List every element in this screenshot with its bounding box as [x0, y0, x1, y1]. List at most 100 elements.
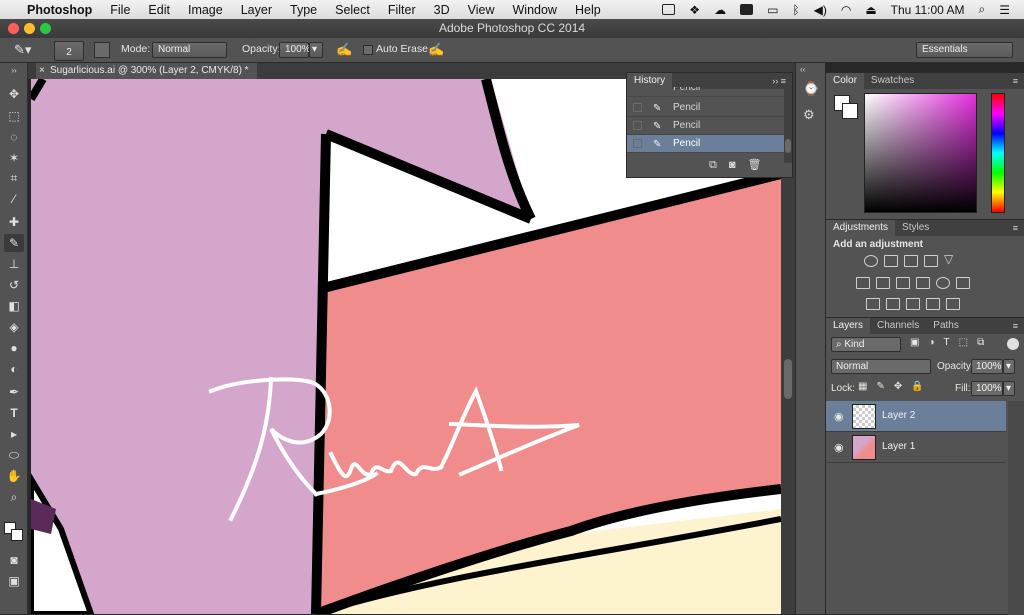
layer-name[interactable]: Layer 1 [882, 441, 915, 452]
properties-panel-icon[interactable]: ⚙ [803, 107, 815, 123]
invert-icon[interactable] [866, 298, 880, 310]
zoom-window-button[interactable] [40, 23, 51, 34]
menu-type[interactable]: Type [290, 3, 317, 17]
type-filter-icon[interactable]: T [944, 337, 959, 348]
menu-3d[interactable]: 3D [434, 3, 450, 17]
menu-image[interactable]: Image [188, 3, 223, 17]
tab-layers[interactable]: Layers [826, 318, 871, 334]
lock-pixels-icon[interactable]: ✎ [876, 381, 893, 392]
history-item[interactable]: ✎ Pencil [627, 99, 784, 117]
snapshot-checkbox[interactable] [633, 139, 642, 148]
menu-layer[interactable]: Layer [241, 3, 272, 17]
eyedropper-tool-icon[interactable]: ⁄ [4, 190, 24, 208]
shape-filter-icon[interactable]: ⬚ [959, 337, 977, 348]
wifi-icon[interactable]: ◠ [841, 3, 851, 17]
tools-collapse-icon[interactable]: ›› [4, 67, 24, 75]
pressure-opacity-icon[interactable]: ✍ [336, 42, 352, 58]
snapshot-checkbox[interactable] [633, 121, 642, 130]
pencil-tool-preset-icon[interactable]: ✎▾ [14, 42, 31, 58]
opacity-dropdown-button[interactable]: ▾ [309, 42, 323, 58]
history-scrollbar[interactable] [784, 89, 792, 163]
lock-position-icon[interactable]: ✥ [894, 381, 911, 392]
layer-row-layer-1[interactable]: ◉ Layer 1 [826, 432, 1006, 463]
brightness-contrast-icon[interactable] [864, 255, 878, 267]
minimize-window-button[interactable] [24, 23, 35, 34]
trash-icon[interactable]: 🗑 [748, 159, 774, 171]
brush-size-picker[interactable]: 2 [54, 41, 84, 61]
app-menu[interactable]: Photoshop [27, 3, 92, 17]
photo-filter-icon[interactable] [916, 277, 930, 289]
smart-object-filter-icon[interactable]: ⧉ [977, 337, 993, 348]
background-color-chip[interactable] [842, 103, 858, 119]
screen-mode-icon[interactable]: ▣ [4, 572, 24, 590]
lock-transparent-icon[interactable]: ▦ [858, 381, 876, 392]
color-lookup-icon[interactable] [956, 277, 970, 289]
background-color-swatch[interactable] [11, 529, 23, 541]
close-window-button[interactable] [8, 23, 19, 34]
notification-icon[interactable]: ☰ [999, 3, 1010, 17]
tab-adjustments[interactable]: Adjustments [826, 220, 896, 236]
lock-all-icon[interactable]: 🔒 [911, 381, 932, 392]
quick-mask-icon[interactable]: ◙ [4, 551, 24, 569]
threshold-icon[interactable] [906, 298, 920, 310]
hand-tool-icon[interactable]: ✋ [4, 467, 24, 485]
adobe-tray-icon[interactable] [662, 4, 676, 15]
layers-scrollbar[interactable] [1008, 401, 1024, 615]
vibrance-icon[interactable]: ▽ [944, 252, 953, 266]
visibility-eye-icon[interactable]: ◉ [834, 410, 844, 423]
tab-styles[interactable]: Styles [895, 220, 936, 236]
menu-view[interactable]: View [468, 3, 495, 17]
panel-menu-icon[interactable]: ≡ [1013, 321, 1024, 331]
airplay-icon[interactable]: ▭ [767, 3, 778, 17]
blend-mode-select[interactable]: Normal [831, 359, 931, 374]
color-balance-icon[interactable] [876, 277, 890, 289]
bluetooth-icon[interactable]: ᛒ [792, 3, 799, 17]
tab-channels[interactable]: Channels [870, 318, 926, 334]
shape-tool-icon[interactable]: ⬭ [4, 446, 24, 464]
fill-dropdown[interactable]: ▾ [1003, 381, 1015, 396]
pixel-filter-icon[interactable]: ▣ [910, 337, 928, 348]
hue-slider[interactable] [991, 93, 1005, 213]
adjustment-filter-icon[interactable]: ◑ [928, 337, 943, 348]
tab-color[interactable]: Color [826, 73, 864, 89]
layer-filter-select[interactable]: ⌕ Kind [831, 337, 901, 352]
tab-paths[interactable]: Paths [926, 318, 966, 334]
opacity-input[interactable]: 100% [279, 42, 311, 58]
lasso-tool-icon[interactable]: ◌ [4, 128, 24, 146]
history-item[interactable]: ✎ Pencil [627, 87, 784, 97]
pencil-tool-icon[interactable]: ✎ [4, 234, 24, 252]
channel-mixer-icon[interactable] [936, 277, 950, 289]
auto-erase-checkbox[interactable] [363, 45, 373, 55]
workspace-select[interactable]: Essentials [916, 42, 1013, 58]
posterize-icon[interactable] [886, 298, 900, 310]
curves-icon[interactable] [904, 255, 918, 267]
menu-edit[interactable]: Edit [148, 3, 170, 17]
gradient-map-icon[interactable] [946, 298, 960, 310]
panel-menu-icon[interactable]: ›› ≡ [772, 76, 792, 86]
close-tab-icon[interactable]: × [39, 63, 45, 79]
menu-filter[interactable]: Filter [388, 3, 416, 17]
black-white-icon[interactable] [896, 277, 910, 289]
eraser-tool-icon[interactable]: ◧ [4, 297, 24, 315]
menu-help[interactable]: Help [575, 3, 601, 17]
pressure-size-icon[interactable]: ✍ [428, 42, 444, 58]
panel-menu-icon[interactable]: ≡ [1013, 223, 1024, 233]
menu-select[interactable]: Select [335, 3, 370, 17]
spotlight-icon[interactable]: ⌕ [979, 2, 986, 17]
selective-color-icon[interactable] [926, 298, 940, 310]
eject-icon[interactable]: ⏏ [865, 3, 876, 17]
layer-name[interactable]: Layer 2 [882, 410, 915, 421]
mode-select[interactable]: Normal [152, 42, 227, 58]
exposure-icon[interactable] [924, 255, 938, 267]
history-brush-tool-icon[interactable]: ↺ [4, 276, 24, 294]
menu-file[interactable]: File [110, 3, 130, 17]
visibility-eye-icon[interactable]: ◉ [834, 441, 844, 454]
panel-menu-icon[interactable]: ≡ [1013, 76, 1024, 86]
marquee-tool-icon[interactable]: ⬚ [4, 107, 24, 125]
document-tab[interactable]: × Sugarlicious.ai @ 300% (Layer 2, CMYK/… [36, 63, 257, 79]
healing-brush-tool-icon[interactable]: ✚ [4, 213, 24, 231]
layer-opacity-input[interactable]: 100% [971, 359, 1003, 374]
path-selection-tool-icon[interactable]: ▸ [4, 425, 24, 443]
dodge-tool-icon[interactable]: ◐ [4, 360, 24, 378]
layer-opacity-dropdown[interactable]: ▾ [1003, 359, 1015, 374]
